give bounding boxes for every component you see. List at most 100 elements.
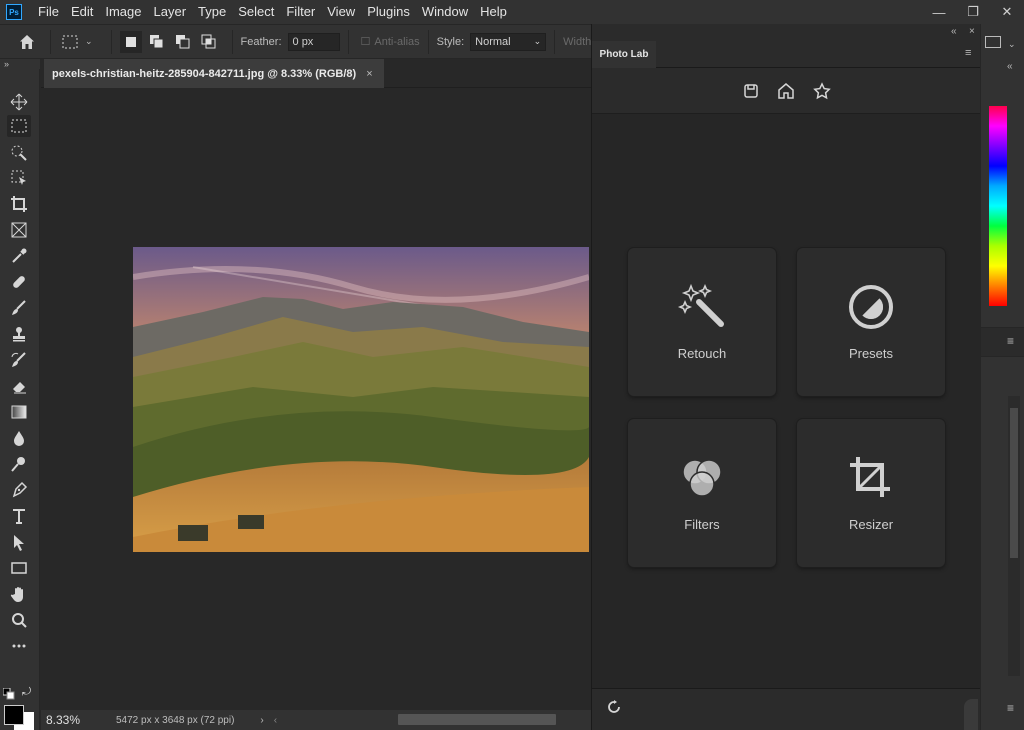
intersect-selection-button[interactable]: [198, 31, 220, 53]
resize-grip[interactable]: [964, 699, 978, 730]
brush-tool[interactable]: [7, 297, 31, 319]
menu-filter[interactable]: Filter: [280, 0, 321, 24]
hand-tool[interactable]: [7, 583, 31, 605]
style-select[interactable]: Normal ⌄: [470, 32, 547, 51]
pen-tool[interactable]: [7, 479, 31, 501]
type-tool[interactable]: [7, 505, 31, 527]
menu-window[interactable]: Window: [416, 0, 474, 24]
intersect-selection-icon: [201, 34, 216, 48]
healing-brush-tool[interactable]: [7, 271, 31, 293]
horizontal-scrollbar[interactable]: [398, 714, 556, 725]
vertical-scrollbar[interactable]: [1008, 396, 1020, 676]
bandage-icon: [13, 276, 25, 288]
panel-menu-icon[interactable]: ≡: [1007, 334, 1014, 348]
menu-edit[interactable]: Edit: [65, 0, 99, 24]
menu-plugins[interactable]: Plugins: [361, 0, 416, 24]
collapse-icon[interactable]: «: [1007, 61, 1013, 72]
quick-selection-tool[interactable]: [7, 141, 31, 163]
zoom-tool[interactable]: [7, 609, 31, 631]
panel-menu-icon[interactable]: ≡: [1007, 701, 1014, 715]
refresh-icon[interactable]: [606, 699, 622, 715]
home-icon[interactable]: [777, 82, 795, 100]
eraser-tool[interactable]: [7, 375, 31, 397]
rect-marquee-tool[interactable]: [7, 115, 31, 137]
chevron-left-icon[interactable]: ‹: [274, 715, 277, 726]
close-window-button[interactable]: ✕: [990, 0, 1024, 24]
swap-colors-icon[interactable]: ⤾: [22, 686, 31, 699]
landscape-photo[interactable]: [133, 247, 589, 552]
panel-header: « ×: [592, 24, 981, 41]
tab-photo-lab[interactable]: Photo Lab: [592, 41, 656, 68]
add-selection-button[interactable]: [146, 31, 168, 53]
document-tab-bar: pexels-christian-heitz-285904-842711.jpg…: [41, 59, 591, 88]
chevron-down-icon[interactable]: ⌄: [1008, 39, 1016, 50]
style-value: Normal: [475, 35, 511, 48]
collapse-panel-icon[interactable]: «: [951, 26, 957, 37]
presets-circle-icon: [846, 282, 896, 332]
panel-divider: ≡: [981, 327, 1024, 357]
marquee-preset-button[interactable]: [59, 31, 81, 53]
more-tools-button[interactable]: [7, 635, 31, 657]
color-spectrum[interactable]: [989, 106, 1007, 306]
default-colors-icon[interactable]: [2, 687, 15, 700]
retouch-card[interactable]: Retouch: [628, 248, 776, 396]
antialias-checkbox[interactable]: ☐: [361, 35, 371, 48]
menu-file[interactable]: File: [32, 0, 65, 24]
document-tab[interactable]: pexels-christian-heitz-285904-842711.jpg…: [44, 59, 384, 88]
type-icon: [13, 509, 25, 524]
separator: [50, 29, 51, 54]
subtract-selection-icon: [175, 34, 190, 48]
crop-icon: [846, 453, 896, 503]
move-tool[interactable]: [7, 91, 31, 113]
crop-icon: [11, 196, 27, 212]
dodge-icon: [11, 457, 25, 472]
history-brush-tool[interactable]: [7, 349, 31, 371]
presets-card[interactable]: Presets: [797, 248, 945, 396]
frame-icon: [11, 222, 27, 238]
toolbar-collapse[interactable]: »: [0, 59, 40, 69]
resizer-card[interactable]: Resizer: [797, 419, 945, 567]
style-label: Style:: [436, 35, 465, 48]
frame-tool[interactable]: [7, 219, 31, 241]
panel-menu-icon[interactable]: ≡: [965, 47, 971, 59]
dodge-tool[interactable]: [7, 453, 31, 475]
scroll-thumb[interactable]: [1010, 408, 1018, 558]
blur-tool[interactable]: [7, 427, 31, 449]
right-panel: « ⌄ ≡ ≡: [980, 24, 1024, 730]
menu-type[interactable]: Type: [192, 0, 232, 24]
filters-card[interactable]: Filters: [628, 419, 776, 567]
pen-icon: [12, 481, 28, 498]
close-panel-icon[interactable]: ×: [969, 26, 975, 37]
foreground-color-swatch[interactable]: [4, 705, 24, 725]
zoom-level[interactable]: 8.33%: [41, 713, 91, 727]
separator: [347, 29, 349, 54]
feather-label: Feather:: [240, 35, 282, 48]
menu-select[interactable]: Select: [232, 0, 280, 24]
rectangle-tool[interactable]: [7, 557, 31, 579]
move-icon: [10, 93, 28, 111]
path-selection-tool[interactable]: [7, 531, 31, 553]
panel-layout-icon[interactable]: [985, 36, 1001, 48]
minimize-button[interactable]: —: [922, 0, 956, 24]
eyedropper-tool[interactable]: [7, 245, 31, 267]
chevron-down-icon[interactable]: ⌄: [85, 36, 93, 47]
stamp-tool[interactable]: [7, 323, 31, 345]
star-icon[interactable]: [812, 81, 831, 100]
restore-button[interactable]: ❐: [956, 0, 990, 24]
home-button[interactable]: [16, 31, 38, 53]
object-selection-tool[interactable]: [7, 167, 31, 189]
rect-marquee-icon: [62, 35, 78, 48]
close-tab-icon[interactable]: ×: [366, 68, 372, 80]
crop-tool[interactable]: [7, 193, 31, 215]
save-icon[interactable]: [743, 83, 759, 99]
menu-help[interactable]: Help: [474, 0, 513, 24]
subtract-selection-button[interactable]: [172, 31, 194, 53]
new-selection-button[interactable]: [119, 30, 142, 53]
menu-view[interactable]: View: [321, 0, 361, 24]
menu-layer[interactable]: Layer: [148, 0, 193, 24]
feather-input[interactable]: 0 px: [287, 32, 340, 51]
vineyard-landscape-image: [133, 247, 589, 552]
chevron-right-icon[interactable]: ›: [260, 715, 263, 726]
menu-image[interactable]: Image: [99, 0, 147, 24]
gradient-tool[interactable]: [7, 401, 31, 423]
